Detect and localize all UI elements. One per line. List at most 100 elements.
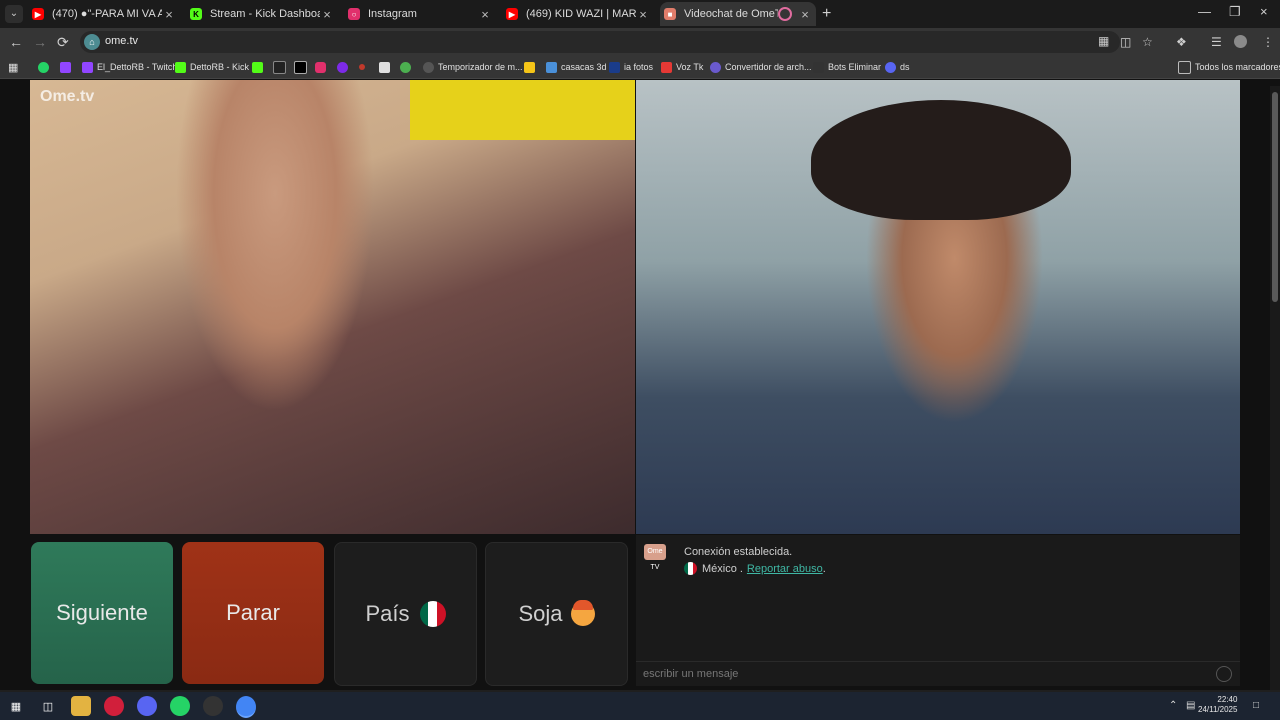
bookmark-bots[interactable]: Bots Eliminar <box>813 59 881 75</box>
close-icon[interactable]: × <box>636 7 650 22</box>
next-button[interactable]: Siguiente <box>31 542 173 684</box>
bookmark-icon <box>359 64 365 70</box>
close-icon[interactable]: × <box>320 7 334 22</box>
forward-icon[interactable]: → <box>33 34 47 50</box>
instagram-icon <box>315 61 326 73</box>
minimize-icon[interactable]: — <box>1198 4 1211 19</box>
connection-status: Conexión establecida. <box>684 546 793 558</box>
gender-button[interactable]: Soja <box>485 542 628 686</box>
bookmark-ia-fotos[interactable]: ia fotos <box>609 59 653 75</box>
country-button[interactable]: País <box>334 542 477 686</box>
partner-country: México <box>702 562 737 575</box>
scrollbar[interactable] <box>1270 86 1280 690</box>
address-bar[interactable]: ⌂ ome.tv ▦ <box>80 31 1120 53</box>
back-icon[interactable]: ← <box>9 34 23 50</box>
windows-start-icon[interactable]: ▦ <box>6 696 26 716</box>
bookmark-canva[interactable] <box>337 59 352 75</box>
network-icon[interactable]: ▤ <box>1186 700 1195 711</box>
tab-ometv[interactable]: ■ Videochat de OmeTV: una × <box>660 2 816 26</box>
tab-title: Instagram <box>368 8 417 20</box>
notifications-icon[interactable]: □ <box>1253 700 1259 711</box>
site-info-icon[interactable]: ⌂ <box>84 34 100 50</box>
window-close-icon[interactable]: × <box>1260 4 1268 19</box>
translate-icon[interactable]: ▦ <box>1098 34 1109 48</box>
message-input[interactable]: escribir un mensaje <box>636 661 1240 686</box>
tab-search-chevron-icon[interactable]: ⌄ <box>5 5 23 23</box>
canva-icon <box>337 61 348 73</box>
tab-youtube-2[interactable]: ▶ (469) KID WAZI | MARTÍN MOR × <box>502 2 654 26</box>
tab-youtube-1[interactable]: ▶ (470) ●"-PARA MI VA A SER U × <box>28 2 180 26</box>
bookmark-casacas[interactable]: casacas 3d <box>546 59 607 75</box>
bookmark-item[interactable] <box>524 59 539 75</box>
bookmark-twitch[interactable] <box>60 59 75 75</box>
all-bookmarks[interactable]: Todos los marcadores <box>1178 59 1280 75</box>
file-explorer-icon[interactable] <box>71 696 91 716</box>
stop-label: Parar <box>226 600 280 625</box>
bookmark-label: ia fotos <box>624 62 654 72</box>
bookmark-label: Temporizador de m... <box>438 62 523 72</box>
app-icon[interactable] <box>104 696 124 716</box>
extensions-icon[interactable]: ❖ <box>1176 35 1187 49</box>
gender-label: Soja <box>518 601 563 626</box>
clock-date: 24/11/2025 <box>1198 705 1238 714</box>
bookmark-item[interactable] <box>400 59 415 75</box>
discord-icon[interactable] <box>137 696 157 716</box>
next-label: Siguiente <box>56 600 148 625</box>
close-icon[interactable]: × <box>478 7 492 22</box>
kick-icon <box>175 61 186 73</box>
bookmark-tiktok[interactable] <box>273 59 290 75</box>
bookmark-ds[interactable]: ds <box>885 59 910 75</box>
person-emoji-icon <box>570 600 595 626</box>
instagram-icon: ○ <box>348 8 360 20</box>
report-abuse-link[interactable]: Reportar abuso <box>747 563 823 575</box>
windows-taskbar: ▦ ◫ ⌃ ▤ 22:40 24/11/2025 □ <box>0 692 1280 720</box>
twitch-icon <box>60 61 71 73</box>
url-text[interactable]: ome.tv <box>105 35 138 47</box>
tab-title: (470) ●"-PARA MI VA A SER U <box>52 8 162 20</box>
video-shape <box>811 100 1071 220</box>
reload-icon[interactable]: ⟳ <box>57 34 69 51</box>
whatsapp-icon[interactable] <box>170 696 190 716</box>
bookmark-item[interactable] <box>359 59 369 75</box>
bookmark-kick[interactable] <box>252 59 267 75</box>
bookmark-kick-channel[interactable]: DettoRB - Kick <box>175 59 249 75</box>
install-app-icon[interactable]: ◫ <box>1120 35 1131 49</box>
bookmark-twitch-channel[interactable]: El_DettoRB - Twitch <box>82 59 177 75</box>
scrollbar-thumb[interactable] <box>1272 92 1278 302</box>
close-icon[interactable]: × <box>798 7 812 22</box>
bookmark-item[interactable] <box>379 59 394 75</box>
tab-kick-dashboard[interactable]: K Stream - Kick Dashboard × <box>186 2 338 26</box>
bookmark-instagram[interactable] <box>315 59 330 75</box>
profile-avatar-icon[interactable] <box>1234 35 1247 48</box>
restore-icon[interactable]: ❐ <box>1229 4 1241 20</box>
menu-icon[interactable]: ⋮ <box>1262 35 1274 49</box>
bookmark-whatsapp[interactable] <box>38 59 53 75</box>
new-tab-icon[interactable]: + <box>822 5 831 23</box>
video-shape <box>120 80 430 534</box>
bookmark-icon <box>400 61 411 73</box>
stop-button[interactable]: Parar <box>182 542 324 684</box>
tab-strip: ⌄ ▶ (470) ●"-PARA MI VA A SER U × K Stre… <box>0 0 1280 28</box>
obs-icon[interactable] <box>203 696 223 716</box>
youtube-icon: ▶ <box>506 8 518 20</box>
tab-search-icon[interactable]: ☰ <box>1211 35 1222 49</box>
bookmark-star-icon[interactable]: ☆ <box>1142 35 1153 49</box>
bookmark-voz-tk[interactable]: Voz Tk <box>661 59 703 75</box>
emoji-icon[interactable] <box>1216 666 1232 682</box>
bookmark-icon <box>661 61 672 73</box>
ometv-chat-logo: Ome TV <box>644 544 666 571</box>
mexico-flag-icon <box>684 562 697 575</box>
chrome-icon[interactable] <box>236 696 256 718</box>
apps-icon[interactable]: ▦ <box>8 59 18 75</box>
chevron-up-icon[interactable]: ⌃ <box>1169 700 1177 711</box>
clock[interactable]: 22:40 24/11/2025 <box>1198 695 1237 715</box>
ometv-logo: Ome.tv <box>40 88 95 105</box>
tab-instagram[interactable]: ○ Instagram × <box>344 2 496 26</box>
task-view-icon[interactable]: ◫ <box>38 696 58 716</box>
clock-time: 22:40 <box>1217 695 1238 704</box>
bookmark-timer[interactable]: Temporizador de m... <box>423 59 523 75</box>
x-icon <box>294 60 307 74</box>
bookmark-convertidor[interactable]: Convertidor de arch... <box>710 59 812 75</box>
close-icon[interactable]: × <box>162 7 176 22</box>
bookmark-x[interactable] <box>294 59 311 75</box>
